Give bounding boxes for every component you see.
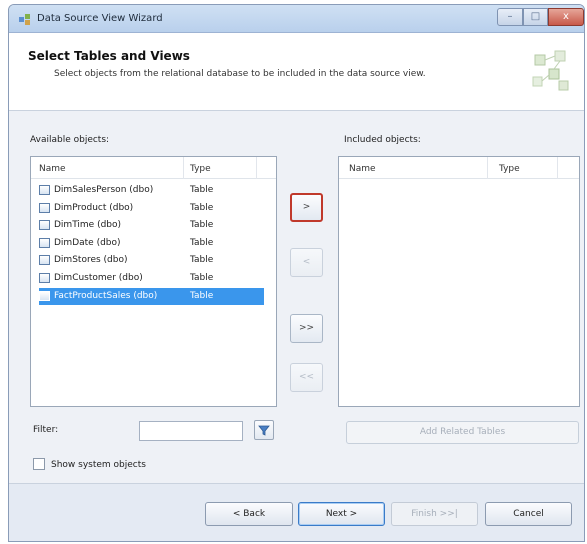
filter-label: Filter:	[33, 425, 59, 435]
row-type: Table	[190, 185, 214, 195]
included-objects-label: Included objects:	[344, 135, 421, 145]
table-row[interactable]: DimCustomer (dbo) Table	[39, 270, 264, 287]
filter-funnel-icon	[258, 425, 270, 436]
remove-all-button[interactable]: <<	[290, 363, 323, 392]
column-divider[interactable]	[183, 157, 184, 179]
close-icon: x	[563, 11, 569, 22]
column-divider[interactable]	[557, 157, 558, 179]
row-name: DimDate (dbo)	[54, 237, 121, 248]
column-divider[interactable]	[256, 157, 257, 179]
table-icon	[39, 220, 50, 231]
wizard-window: Data Source View Wizard – □ x Select Tab…	[8, 4, 585, 542]
window-title: Data Source View Wizard	[37, 13, 163, 24]
wizard-app-icon	[19, 14, 30, 25]
row-name: FactProductSales (dbo)	[54, 290, 158, 301]
table-row[interactable]: DimDate (dbo) Table	[39, 235, 264, 252]
add-all-button[interactable]: >>	[290, 314, 323, 343]
add-related-tables-button[interactable]: Add Related Tables	[346, 421, 579, 444]
row-type: Table	[190, 273, 214, 283]
show-system-objects-checkbox[interactable]	[33, 458, 45, 470]
remove-selected-button[interactable]: <	[290, 248, 323, 277]
minimize-button[interactable]: –	[497, 8, 523, 26]
table-icon	[39, 202, 50, 213]
maximize-icon: □	[530, 11, 541, 22]
row-name: DimProduct (dbo)	[54, 202, 134, 213]
wizard-graphic-icon	[532, 50, 569, 91]
next-button[interactable]: Next >	[298, 502, 385, 526]
maximize-button[interactable]: □	[523, 8, 548, 26]
show-system-objects-label: Show system objects	[51, 460, 146, 470]
available-list-header: Name Type	[31, 157, 276, 179]
title-bar: Data Source View Wizard – □ x	[9, 5, 584, 33]
included-list-header: Name Type	[339, 157, 579, 179]
column-header-type[interactable]: Type	[499, 164, 520, 174]
page-subtitle: Select objects from the relational datab…	[54, 69, 426, 79]
table-row[interactable]: DimTime (dbo) Table	[39, 217, 264, 234]
finish-button[interactable]: Finish >>|	[391, 502, 478, 526]
available-objects-label: Available objects:	[30, 135, 110, 145]
close-button[interactable]: x	[548, 8, 584, 26]
filter-button[interactable]	[254, 420, 274, 440]
column-header-name[interactable]: Name	[349, 164, 376, 174]
table-icon	[39, 185, 50, 195]
included-objects-list[interactable]: Name Type	[338, 156, 580, 407]
row-type: Table	[190, 220, 214, 231]
table-row[interactable]: DimSalesPerson (dbo) Table	[39, 182, 264, 199]
wizard-footer: < Back Next > Finish >>| Cancel	[9, 483, 584, 541]
row-type: Table	[190, 237, 214, 248]
table-icon	[39, 290, 50, 301]
row-name: DimStores (dbo)	[54, 255, 128, 266]
filter-input[interactable]	[139, 421, 243, 441]
row-name: DimSalesPerson (dbo)	[54, 185, 154, 195]
column-header-type[interactable]: Type	[190, 164, 211, 174]
row-type: Table	[190, 290, 214, 301]
table-icon	[39, 237, 50, 248]
table-icon	[39, 255, 50, 266]
table-row[interactable]: DimProduct (dbo) Table	[39, 200, 264, 217]
row-type: Table	[190, 202, 214, 213]
column-divider[interactable]	[487, 157, 488, 179]
row-type: Table	[190, 255, 214, 266]
row-name: DimTime (dbo)	[54, 220, 122, 231]
table-icon	[39, 273, 50, 283]
wizard-header: Select Tables and Views Select objects f…	[9, 33, 584, 111]
available-objects-list[interactable]: Name Type DimSalesPerson (dbo) Table DimPr…	[30, 156, 277, 407]
minimize-icon: –	[507, 11, 513, 22]
cancel-button[interactable]: Cancel	[485, 502, 572, 526]
table-row[interactable]: FactProductSales (dbo) Table	[39, 287, 264, 305]
add-selected-button[interactable]: >	[290, 193, 323, 222]
page-title: Select Tables and Views	[28, 49, 190, 63]
column-header-name[interactable]: Name	[39, 164, 66, 174]
row-name: DimCustomer (dbo)	[54, 273, 143, 283]
table-row[interactable]: DimStores (dbo) Table	[39, 252, 264, 269]
back-button[interactable]: < Back	[205, 502, 293, 526]
